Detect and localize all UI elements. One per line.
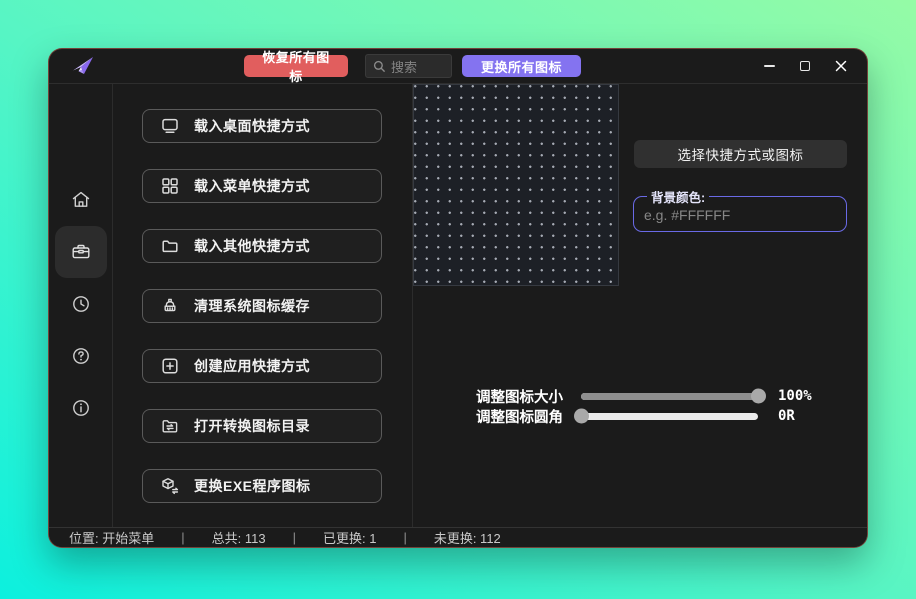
status-unchanged: 未更换: 112: [434, 528, 501, 547]
titlebar: 恢复所有图标 搜索 更换所有图标: [49, 49, 867, 83]
maximize-button[interactable]: [787, 51, 823, 81]
app-window: 恢复所有图标 搜索 更换所有图标: [48, 48, 868, 548]
folder-swap-icon: [160, 416, 180, 436]
load-menu-shortcuts-button[interactable]: 载入菜单快捷方式: [142, 169, 382, 203]
load-desktop-shortcuts-button[interactable]: 载入桌面快捷方式: [142, 109, 382, 143]
sidebar-divider: [112, 84, 113, 529]
create-app-shortcut-button[interactable]: 创建应用快捷方式: [142, 349, 382, 383]
action-label: 载入菜单快捷方式: [194, 176, 310, 196]
action-label: 载入其他快捷方式: [194, 236, 310, 256]
action-label: 打开转换图标目录: [194, 416, 310, 436]
icon-radius-value: 0R: [778, 408, 795, 424]
info-circle-icon: [70, 397, 92, 419]
replace-all-icons-button[interactable]: 更换所有图标: [462, 55, 581, 77]
status-separator: |: [403, 530, 406, 545]
sidebar-item-home[interactable]: [55, 174, 107, 226]
sidebar: [49, 84, 112, 529]
change-exe-icon-button[interactable]: 更换EXE程序图标: [142, 469, 382, 503]
background-color-field: 背景颜色:: [633, 187, 847, 232]
maximize-icon: [800, 61, 810, 71]
toolbox-icon: [70, 241, 92, 263]
clock-icon: [70, 293, 92, 315]
app-logo-paper-plane-icon: [70, 53, 96, 79]
status-total: 总共: 113: [212, 528, 266, 547]
sidebar-item-history[interactable]: [55, 278, 107, 330]
icon-radius-slider-row: 调整图标圆角 0R: [476, 406, 812, 426]
statusbar: 位置: 开始菜单 | 总共: 113 | 已更换: 1 | 未更换: 112: [49, 527, 867, 547]
slider-fill: [581, 393, 758, 400]
sidebar-item-about[interactable]: [55, 382, 107, 434]
icon-size-value: 100%: [778, 388, 812, 404]
search-placeholder: 搜索: [391, 57, 417, 76]
icon-preview-canvas[interactable]: [413, 84, 619, 286]
slider-handle[interactable]: [574, 409, 589, 424]
action-label: 更换EXE程序图标: [194, 476, 311, 496]
background-color-label: 背景颜色:: [647, 187, 709, 206]
background-color-input[interactable]: [642, 206, 838, 229]
clean-icon-cache-button[interactable]: 清理系统图标缓存: [142, 289, 382, 323]
icon-size-slider-row: 调整图标大小 100%: [476, 386, 812, 406]
minimize-button[interactable]: [751, 51, 787, 81]
load-other-shortcuts-button[interactable]: 载入其他快捷方式: [142, 229, 382, 263]
plus-square-icon: [160, 356, 180, 376]
slider-group: 调整图标大小 100% 调整图标圆角 0R: [476, 386, 812, 426]
status-location: 位置: 开始菜单: [69, 528, 154, 547]
action-label: 清理系统图标缓存: [194, 296, 310, 316]
open-converted-icons-folder-button[interactable]: 打开转换图标目录: [142, 409, 382, 443]
sidebar-item-help[interactable]: [55, 330, 107, 382]
cube-swap-icon: [160, 476, 180, 496]
select-shortcut-or-icon-button[interactable]: 选择快捷方式或图标: [634, 140, 847, 168]
minimize-icon: [764, 65, 775, 67]
sidebar-item-toolbox[interactable]: [55, 226, 107, 278]
close-icon: [835, 60, 847, 72]
icon-radius-label: 调整图标圆角: [476, 406, 569, 427]
status-separator: |: [293, 530, 296, 545]
grid-icon: [160, 176, 180, 196]
home-icon: [70, 189, 92, 211]
icon-size-label: 调整图标大小: [476, 386, 569, 407]
brush-icon: [160, 296, 180, 316]
restore-all-icons-button[interactable]: 恢复所有图标: [244, 55, 348, 77]
question-circle-icon: [70, 345, 92, 367]
folder-icon: [160, 236, 180, 256]
close-button[interactable]: [823, 51, 859, 81]
titlebar-center-group: 恢复所有图标 搜索 更换所有图标: [244, 49, 581, 83]
status-separator: |: [181, 530, 184, 545]
action-label: 载入桌面快捷方式: [194, 116, 310, 136]
desktop-icon: [160, 116, 180, 136]
search-input[interactable]: 搜索: [365, 54, 452, 78]
search-icon: [373, 60, 386, 73]
action-label: 创建应用快捷方式: [194, 356, 310, 376]
window-controls: [751, 49, 859, 83]
icon-size-slider[interactable]: [581, 393, 758, 400]
status-changed: 已更换: 1: [323, 528, 376, 547]
slider-handle[interactable]: [751, 389, 766, 404]
action-button-list: 载入桌面快捷方式 载入菜单快捷方式 载入其他快捷方式: [142, 109, 382, 529]
icon-radius-slider[interactable]: [581, 413, 758, 420]
